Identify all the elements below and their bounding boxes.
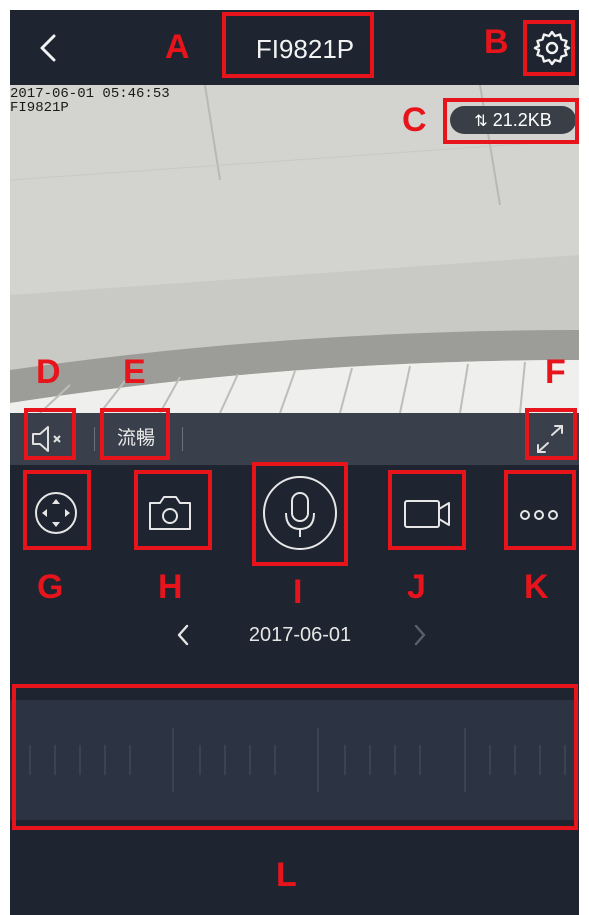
annotation-box-more — [504, 470, 576, 550]
marker-e: E — [123, 353, 146, 391]
video-control-bar: 流暢 — [10, 413, 579, 465]
next-day-button[interactable] — [405, 618, 435, 652]
annotation-box-settings — [523, 20, 575, 76]
current-date[interactable]: 2017-06-01 — [225, 618, 375, 652]
marker-d: D — [36, 353, 61, 391]
marker-c: C — [402, 101, 427, 139]
date-navigation: 2017-06-01 — [10, 610, 579, 660]
annotation-box-fullscreen — [525, 408, 577, 460]
marker-j: J — [407, 568, 426, 606]
annotation-box-microphone — [252, 462, 348, 566]
back-arrow-icon — [40, 34, 56, 62]
osd-overlay: 2017-06-01 05:46:53 FI9821P — [10, 87, 170, 115]
back-button[interactable] — [28, 28, 72, 68]
marker-l: L — [276, 856, 297, 894]
prev-day-button[interactable] — [168, 618, 198, 652]
annotation-box-bitrate — [443, 98, 579, 144]
marker-k: K — [524, 568, 549, 606]
annotation-box-timeline — [12, 684, 578, 830]
osd-camera-name: FI9821P — [10, 100, 69, 116]
annotation-box-quality — [100, 408, 170, 460]
marker-a: A — [165, 28, 190, 66]
divider — [182, 427, 183, 451]
annotation-box-mute — [24, 408, 76, 460]
next-day-icon — [414, 624, 426, 646]
marker-h: H — [158, 568, 183, 606]
marker-i: I — [293, 573, 303, 611]
osd-timestamp: 2017-06-01 05:46:53 — [10, 86, 170, 102]
annotation-box-title — [222, 12, 374, 78]
annotation-box-ptz — [23, 470, 91, 550]
marker-b: B — [484, 23, 509, 61]
annotation-box-snapshot — [134, 470, 212, 550]
camera-live-view-app: FI9821P 2017-06-01 05:46:53 FI9821P ⇅ 21… — [10, 10, 579, 915]
marker-f: F — [545, 353, 566, 391]
annotation-box-record — [388, 470, 466, 550]
prev-day-icon — [177, 624, 189, 646]
marker-g: G — [37, 568, 64, 606]
divider — [94, 427, 95, 451]
